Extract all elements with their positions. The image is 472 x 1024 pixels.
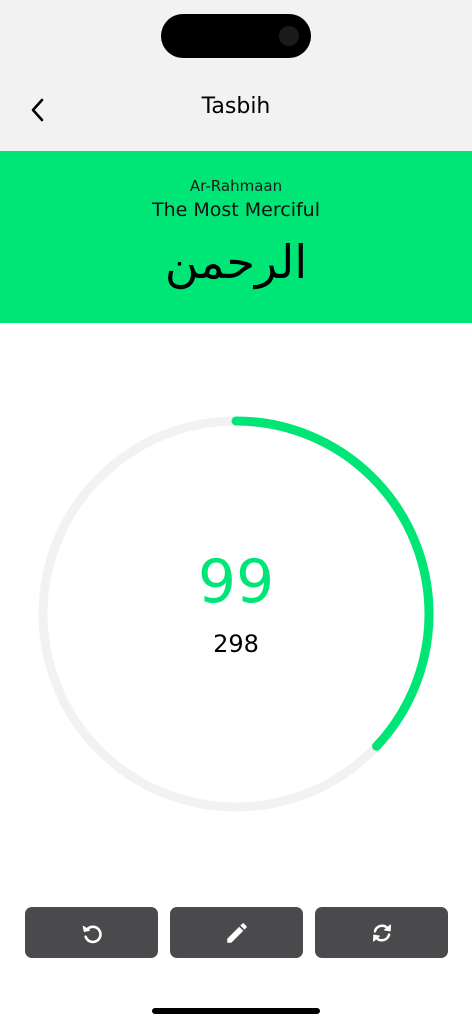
sync-icon	[372, 923, 391, 942]
dhikr-transliteration: Ar-Rahmaan	[189, 177, 283, 195]
dhikr-meaning: The Most Merciful	[152, 199, 320, 221]
home-indicator[interactable]	[152, 1008, 320, 1014]
dynamic-island	[161, 14, 311, 58]
page-title: Tasbih	[201, 94, 271, 119]
reset-button[interactable]	[25, 907, 158, 958]
sync-button[interactable]	[315, 907, 448, 958]
camera-icon	[279, 26, 299, 46]
undo-icon	[82, 924, 102, 943]
tap-counter[interactable]: 99 298	[36, 414, 436, 814]
pencil-icon	[226, 922, 247, 943]
dhikr-arabic: الرحمن	[164, 235, 308, 289]
edit-button[interactable]	[170, 907, 303, 958]
current-count: 99	[197, 547, 275, 617]
dhikr-banner: Ar-Rahmaan The Most Merciful الرحمن	[0, 151, 472, 323]
navigation-bar: Tasbih	[0, 0, 472, 151]
total-count: 298	[213, 630, 259, 658]
